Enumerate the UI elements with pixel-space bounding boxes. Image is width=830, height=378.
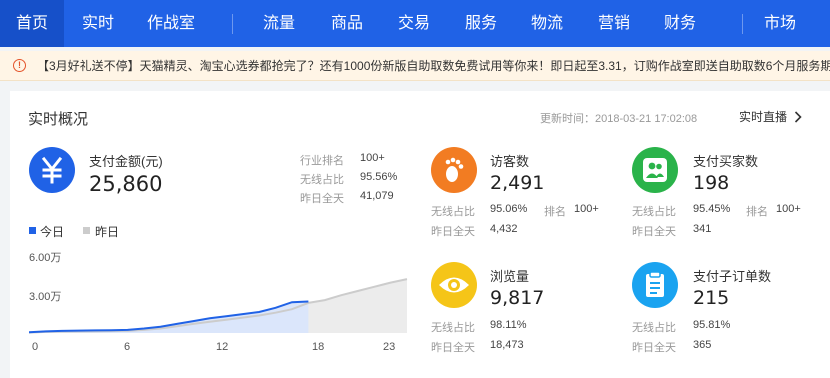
visitors-wireless-label: 无线占比 (431, 206, 475, 218)
nav-item-market[interactable]: 市场 (764, 0, 796, 47)
payment-amount-label: 支付金额(元) (89, 154, 163, 169)
buyers-rank-value: 100+ (776, 203, 801, 215)
payment-yesterday-value: 41,079 (360, 190, 394, 202)
legend-yesterday-swatch (83, 227, 90, 234)
buyers-wireless-label: 无线占比 (632, 206, 676, 218)
update-time: 更新时间：2018-03-21 17:02:08 (540, 113, 698, 125)
nav-divider (232, 14, 233, 34)
industry-rank-value: 100+ (360, 152, 385, 164)
x-tick-label: 6 (124, 341, 131, 353)
nav-divider (742, 14, 743, 34)
pageviews-yesterday-value: 18,473 (490, 339, 524, 351)
visitors-rank-label: 排名 (544, 206, 566, 218)
notice-text[interactable]: 【3月好礼送不停】天猫精灵、淘宝心选券都抢完了？还有1000份新版自助取数免费试… (37, 51, 830, 80)
nav-item-realtime[interactable]: 实时 (82, 0, 114, 47)
visitors-label: 访客数 (490, 154, 530, 169)
card-title: 实时概况 (28, 111, 89, 128)
buyers-label: 支付买家数 (693, 154, 759, 169)
legend-today-swatch (29, 227, 36, 234)
x-tick-label: 18 (312, 341, 325, 353)
suborders-wireless-label: 无线占比 (632, 322, 676, 334)
legend-today-label: 今日 (40, 225, 65, 239)
x-tick-label: 12 (216, 341, 229, 353)
buyers-value: 198 (693, 172, 730, 194)
buyers-yesterday-value: 341 (693, 223, 712, 235)
clipboard-icon (632, 262, 678, 308)
users-icon (632, 147, 678, 193)
visitors-yesterday-value: 4,432 (490, 223, 518, 235)
payment-wireless-value: 95.56% (360, 171, 398, 183)
payment-yesterday-label: 昨日全天 (300, 193, 344, 205)
pageviews-wireless-label: 无线占比 (431, 322, 475, 334)
suborders-yesterday-label: 昨日全天 (632, 342, 676, 354)
buyers-yesterday-label: 昨日全天 (632, 226, 676, 238)
x-tick-label: 0 (32, 341, 39, 353)
nav-item-marketing[interactable]: 营销 (598, 0, 630, 47)
nav-item-traffic[interactable]: 流量 (263, 0, 295, 47)
warning-icon: ! (13, 59, 26, 72)
realtime-payment-chart[interactable] (29, 241, 409, 341)
nav-item-service[interactable]: 服务 (465, 0, 497, 47)
pageviews-value: 9,817 (490, 287, 545, 309)
pageviews-yesterday-label: 昨日全天 (431, 342, 475, 354)
payment-amount-value: 25,860 (89, 172, 163, 196)
nav-item-products[interactable]: 商品 (331, 0, 363, 47)
visitors-yesterday-label: 昨日全天 (431, 226, 475, 238)
yuan-icon (29, 147, 75, 193)
chevron-right-icon[interactable] (794, 111, 802, 123)
top-nav: 首页 实时 作战室 流量 商品 交易 服务 物流 营销 财务 市场 (0, 0, 830, 47)
industry-rank-label: 行业排名 (300, 155, 344, 167)
suborders-value: 215 (693, 287, 730, 309)
nav-item-home[interactable]: 首页 (0, 0, 64, 47)
suborders-label: 支付子订单数 (693, 269, 772, 284)
eye-icon (431, 262, 477, 308)
footprint-icon (431, 147, 477, 193)
nav-item-logistics[interactable]: 物流 (531, 0, 563, 47)
x-tick-label: 23 (383, 341, 396, 353)
visitors-rank-value: 100+ (574, 203, 599, 215)
realtime-overview-card: 实时概况 更新时间：2018-03-21 17:02:08 实时直播 支付金额(… (10, 91, 830, 378)
nav-item-war-room[interactable]: 作战室 (147, 0, 195, 47)
pageviews-label: 浏览量 (490, 269, 530, 284)
buyers-wireless-value: 95.45% (693, 203, 731, 215)
buyers-rank-label: 排名 (746, 206, 768, 218)
visitors-value: 2,491 (490, 172, 545, 194)
suborders-wireless-value: 95.81% (693, 319, 731, 331)
nav-item-finance[interactable]: 财务 (664, 0, 696, 47)
live-broadcast-link[interactable]: 实时直播 (739, 108, 787, 125)
notice-bar[interactable]: ! 【3月好礼送不停】天猫精灵、淘宝心选券都抢完了？还有1000份新版自助取数免… (0, 51, 830, 81)
suborders-yesterday-value: 365 (693, 339, 712, 351)
payment-wireless-label: 无线占比 (300, 174, 344, 186)
visitors-wireless-value: 95.06% (490, 203, 528, 215)
legend-yesterday-label: 昨日 (95, 225, 120, 239)
nav-item-trade[interactable]: 交易 (398, 0, 430, 47)
pageviews-wireless-value: 98.11% (490, 319, 527, 331)
